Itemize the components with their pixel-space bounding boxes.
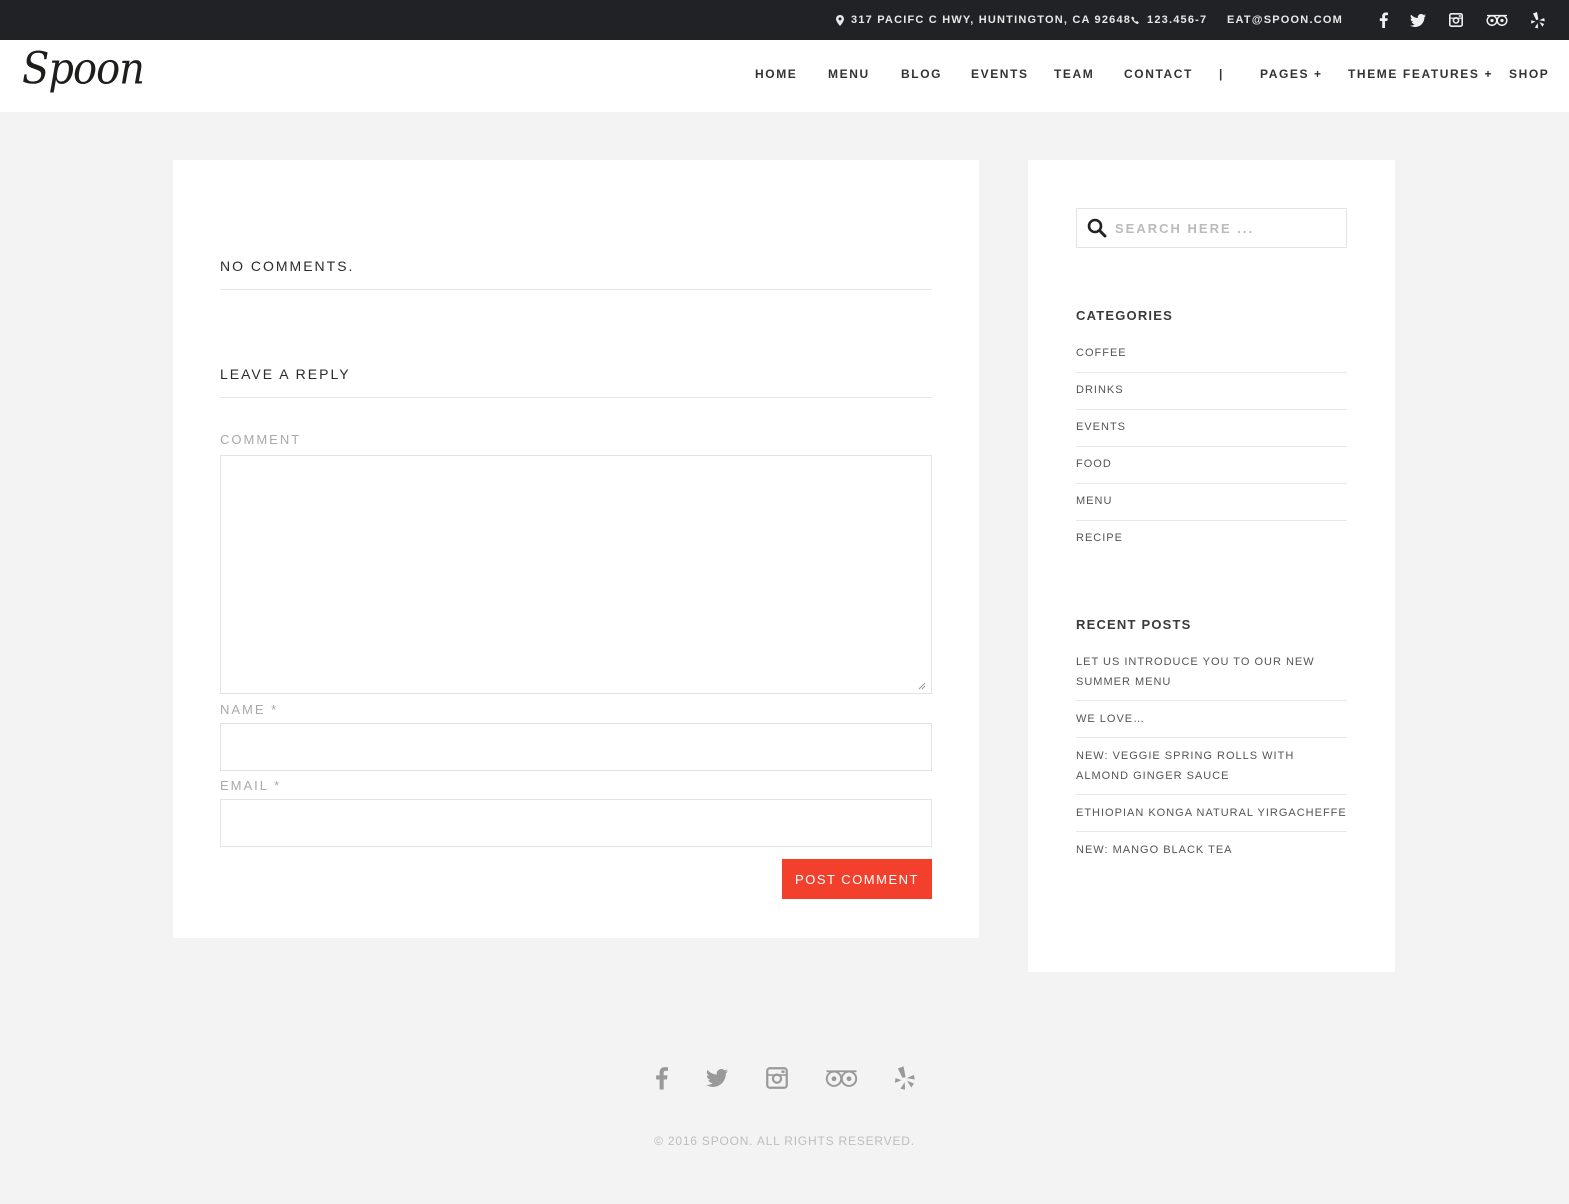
phone-icon (1131, 15, 1139, 24)
sidebar: CATEGORIES COFFEE DRINKS EVENTS FOOD MEN… (1028, 160, 1395, 972)
recent-posts-title: RECENT POSTS (1076, 617, 1192, 632)
nav-events[interactable]: EVENTS (971, 67, 1029, 81)
facebook-icon[interactable] (1374, 0, 1392, 40)
category-menu[interactable]: MENU (1076, 495, 1347, 507)
site-header: Spoon HOME MENU BLOG EVENTS TEAM CONTACT… (0, 40, 1569, 112)
address-text: 317 PACIFC C HWY, HUNTINGTON, CA 92648 (851, 14, 1132, 26)
instagram-icon[interactable] (764, 1063, 790, 1093)
nav-team[interactable]: TEAM (1054, 67, 1094, 81)
email-label: EMAIL * (220, 778, 282, 793)
category-food[interactable]: FOOD (1076, 458, 1347, 470)
nav-shop[interactable]: SHOP (1509, 67, 1549, 81)
leave-reply-heading: LEAVE A REPLY (220, 366, 351, 382)
nav-home[interactable]: HOME (755, 67, 797, 81)
recent-post-link[interactable]: ETHIOPIAN KONGA NATURAL YIRGACHEFFE (1076, 803, 1347, 823)
no-comments-heading: NO COMMENTS. (220, 258, 355, 274)
divider (1076, 700, 1347, 701)
nav-blog[interactable]: BLOG (901, 67, 942, 81)
category-recipe[interactable]: RECIPE (1076, 532, 1347, 544)
comment-textarea[interactable] (220, 455, 932, 694)
recent-post-link[interactable]: WE LOVE… (1076, 709, 1347, 729)
search-box[interactable] (1076, 208, 1347, 248)
category-coffee[interactable]: COFFEE (1076, 347, 1347, 359)
divider (1076, 737, 1347, 738)
nav-pages[interactable]: PAGES + (1260, 67, 1323, 81)
post-comment-button[interactable]: POST COMMENT (782, 859, 932, 899)
recent-post-link[interactable]: LET US INTRODUCE YOU TO OUR NEW SUMMER M… (1076, 652, 1347, 692)
divider (1076, 794, 1347, 795)
site-logo[interactable]: Spoon (22, 44, 145, 95)
nav-separator: | (1219, 67, 1224, 81)
category-events[interactable]: EVENTS (1076, 421, 1347, 433)
divider (220, 397, 932, 398)
email-field[interactable] (220, 799, 932, 847)
twitter-icon[interactable] (704, 1063, 730, 1093)
yelp-icon[interactable] (1528, 0, 1548, 40)
email-text: EAT@SPOON.COM (1227, 14, 1343, 26)
recent-post-link[interactable]: NEW: MANGO BLACK TEA (1076, 840, 1347, 860)
divider (1076, 372, 1347, 373)
email-info[interactable]: EAT@SPOON.COM (1227, 0, 1343, 40)
address-info: 317 PACIFC C HWY, HUNTINGTON, CA 92648 (836, 0, 1131, 40)
name-label: NAME * (220, 702, 279, 717)
comment-label: COMMENT (220, 432, 302, 447)
divider (1076, 520, 1347, 521)
divider (1076, 483, 1347, 484)
map-pin-icon (836, 14, 844, 26)
nav-menu[interactable]: MENU (828, 67, 870, 81)
nav-contact[interactable]: CONTACT (1124, 67, 1193, 81)
search-input[interactable] (1115, 220, 1335, 236)
nav-theme-features[interactable]: THEME FEATURES + (1348, 67, 1493, 81)
comments-card: NO COMMENTS. LEAVE A REPLY COMMENT NAME … (173, 160, 979, 938)
categories-title: CATEGORIES (1076, 308, 1173, 323)
divider (1076, 409, 1347, 410)
tripadvisor-icon[interactable] (823, 1063, 859, 1093)
instagram-icon[interactable] (1446, 0, 1466, 40)
divider (220, 289, 932, 290)
twitter-icon[interactable] (1408, 0, 1428, 40)
search-icon[interactable] (1087, 218, 1107, 238)
divider (1076, 446, 1347, 447)
facebook-icon[interactable] (650, 1063, 672, 1093)
recent-post-link[interactable]: NEW: VEGGIE SPRING ROLLS WITH ALMOND GIN… (1076, 746, 1347, 786)
phone-text: 123.456-7 (1147, 14, 1208, 26)
yelp-icon[interactable] (893, 1063, 917, 1093)
resize-grip-icon[interactable] (918, 682, 926, 690)
divider (1076, 831, 1347, 832)
name-field[interactable] (220, 723, 932, 771)
category-drinks[interactable]: DRINKS (1076, 384, 1347, 396)
top-bar: 317 PACIFC C HWY, HUNTINGTON, CA 92648 1… (0, 0, 1569, 40)
tripadvisor-icon[interactable] (1484, 0, 1510, 40)
phone-info[interactable]: 123.456-7 (1131, 0, 1207, 40)
copyright-text: © 2016 SPOON. ALL RIGHTS RESERVED. (654, 1134, 915, 1148)
